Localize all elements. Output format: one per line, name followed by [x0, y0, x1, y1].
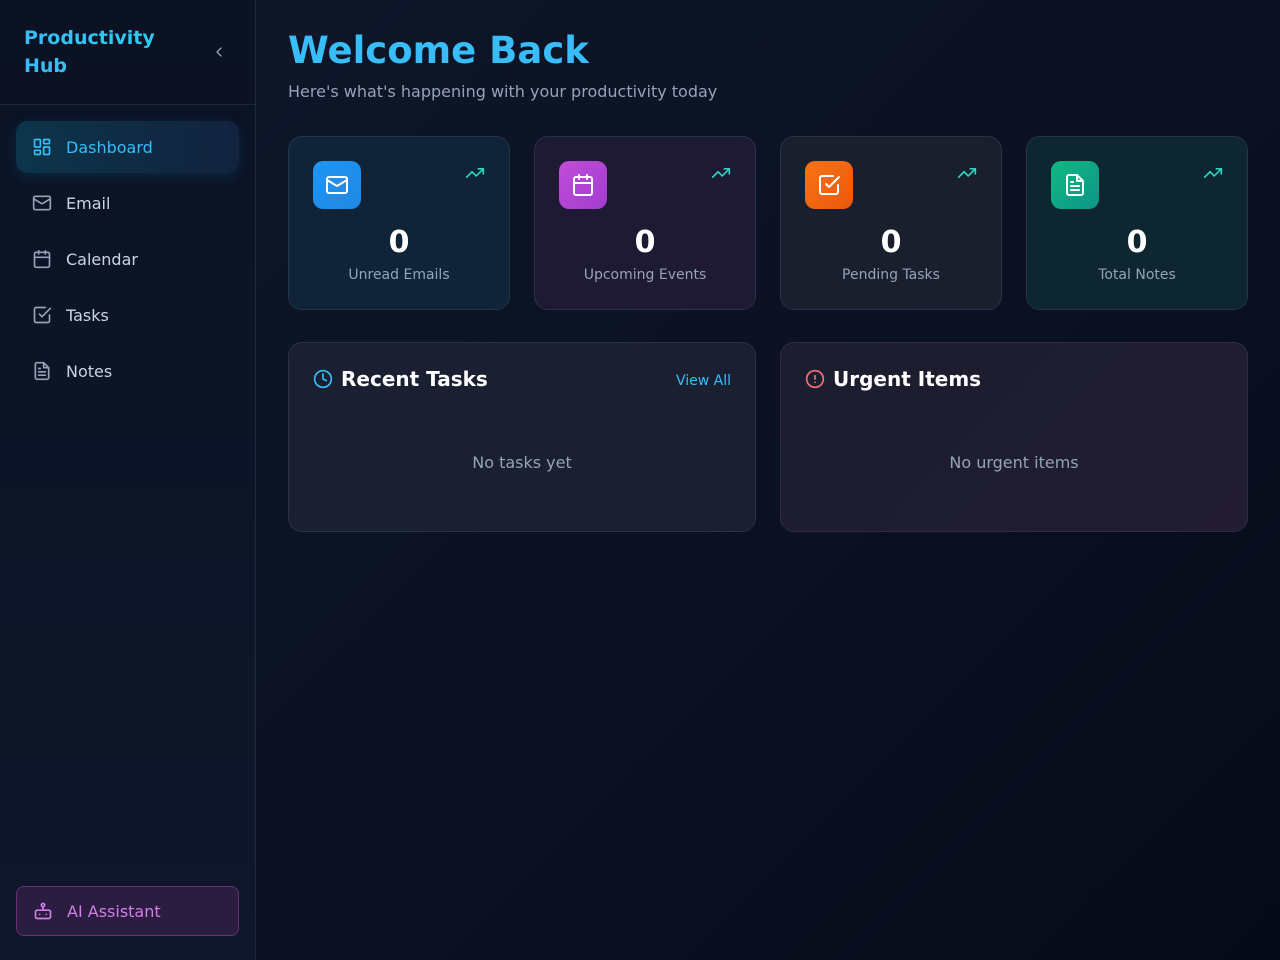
sidebar-item-tasks[interactable]: Tasks [16, 289, 239, 341]
stat-value: 0 [1126, 225, 1148, 260]
panel-title: Recent Tasks [341, 367, 488, 391]
sidebar-item-calendar[interactable]: Calendar [16, 233, 239, 285]
sidebar-item-label: Tasks [66, 305, 109, 325]
stat-value: 0 [634, 225, 656, 260]
stat-value: 0 [880, 225, 902, 260]
collapse-sidebar-button[interactable] [207, 40, 231, 64]
ai-assistant-label: AI Assistant [67, 901, 161, 921]
trending-up-icon [957, 168, 977, 178]
calendar-icon [33, 249, 51, 269]
file-text-icon [34, 361, 50, 381]
panel-header: Urgent Items [805, 367, 1223, 391]
ai-assistant-button[interactable]: AI Assistant [16, 886, 239, 936]
stat-card-upcoming-events[interactable]: 0 Upcoming Events [534, 136, 756, 310]
trending-up-icon [1203, 168, 1223, 178]
view-all-link[interactable]: View All [676, 373, 731, 389]
check-square-icon [819, 175, 840, 195]
recent-tasks-panel: Recent Tasks View All No tasks yet [288, 342, 756, 532]
sidebar-item-email[interactable]: Email [16, 177, 239, 229]
panel-header: Recent Tasks [313, 367, 731, 391]
chevron-left-icon [216, 47, 222, 57]
sidebar-header: Productivity Hub [0, 0, 255, 105]
empty-state-text: No tasks yet [472, 453, 572, 472]
file-text-icon [1066, 174, 1084, 196]
stat-icon-badge [1051, 161, 1099, 209]
sidebar-item-label: Notes [66, 361, 113, 381]
sidebar: Productivity Hub Dashboard Email Calenda… [0, 0, 256, 960]
calendar-icon [573, 174, 593, 196]
alert-circle-icon [805, 369, 825, 389]
stat-card-total-notes[interactable]: 0 Total Notes [1026, 136, 1248, 310]
sidebar-item-label: Email [66, 193, 111, 213]
stat-icon-badge [313, 161, 361, 209]
stat-card-unread-emails[interactable]: 0 Unread Emails [288, 136, 510, 310]
sidebar-item-notes[interactable]: Notes [16, 345, 239, 397]
check-square-icon [33, 306, 52, 324]
stats-row: 0 Unread Emails 0 Upcoming Events 0 Pend… [288, 136, 1248, 310]
stat-icon-badge [805, 161, 853, 209]
panels-row: Recent Tasks View All No tasks yet Urgen… [288, 342, 1248, 532]
stat-label: Upcoming Events [583, 267, 707, 283]
mail-icon [326, 176, 348, 194]
panel-title: Urgent Items [833, 367, 982, 391]
bot-icon [34, 902, 52, 920]
sidebar-item-dashboard[interactable]: Dashboard [16, 121, 239, 173]
trending-up-icon [465, 168, 485, 178]
urgent-items-panel: Urgent Items No urgent items [780, 342, 1248, 532]
sidebar-nav: Dashboard Email Calendar Tasks Notes [0, 105, 255, 413]
app: Productivity Hub Dashboard Email Calenda… [0, 0, 1280, 960]
stat-value: 0 [388, 225, 410, 260]
app-title: Productivity Hub [24, 24, 184, 80]
empty-state-text: No urgent items [949, 453, 1079, 472]
stat-icon-badge [559, 161, 607, 209]
stat-label: Unread Emails [348, 267, 450, 283]
trending-up-icon [711, 168, 731, 178]
stat-label: Total Notes [1098, 267, 1176, 283]
sidebar-item-label: Calendar [66, 249, 138, 269]
mail-icon [32, 195, 52, 211]
page-title: Welcome Back [288, 29, 589, 72]
stat-card-pending-tasks[interactable]: 0 Pending Tasks [780, 136, 1002, 310]
main-content: Welcome Back Here's what's happening wit… [256, 0, 1280, 960]
dashboard-icon [33, 138, 51, 156]
page-subtitle: Here's what's happening with your produc… [288, 82, 718, 101]
stat-label: Pending Tasks [842, 267, 940, 283]
clock-icon [313, 369, 333, 389]
sidebar-item-label: Dashboard [66, 137, 153, 157]
